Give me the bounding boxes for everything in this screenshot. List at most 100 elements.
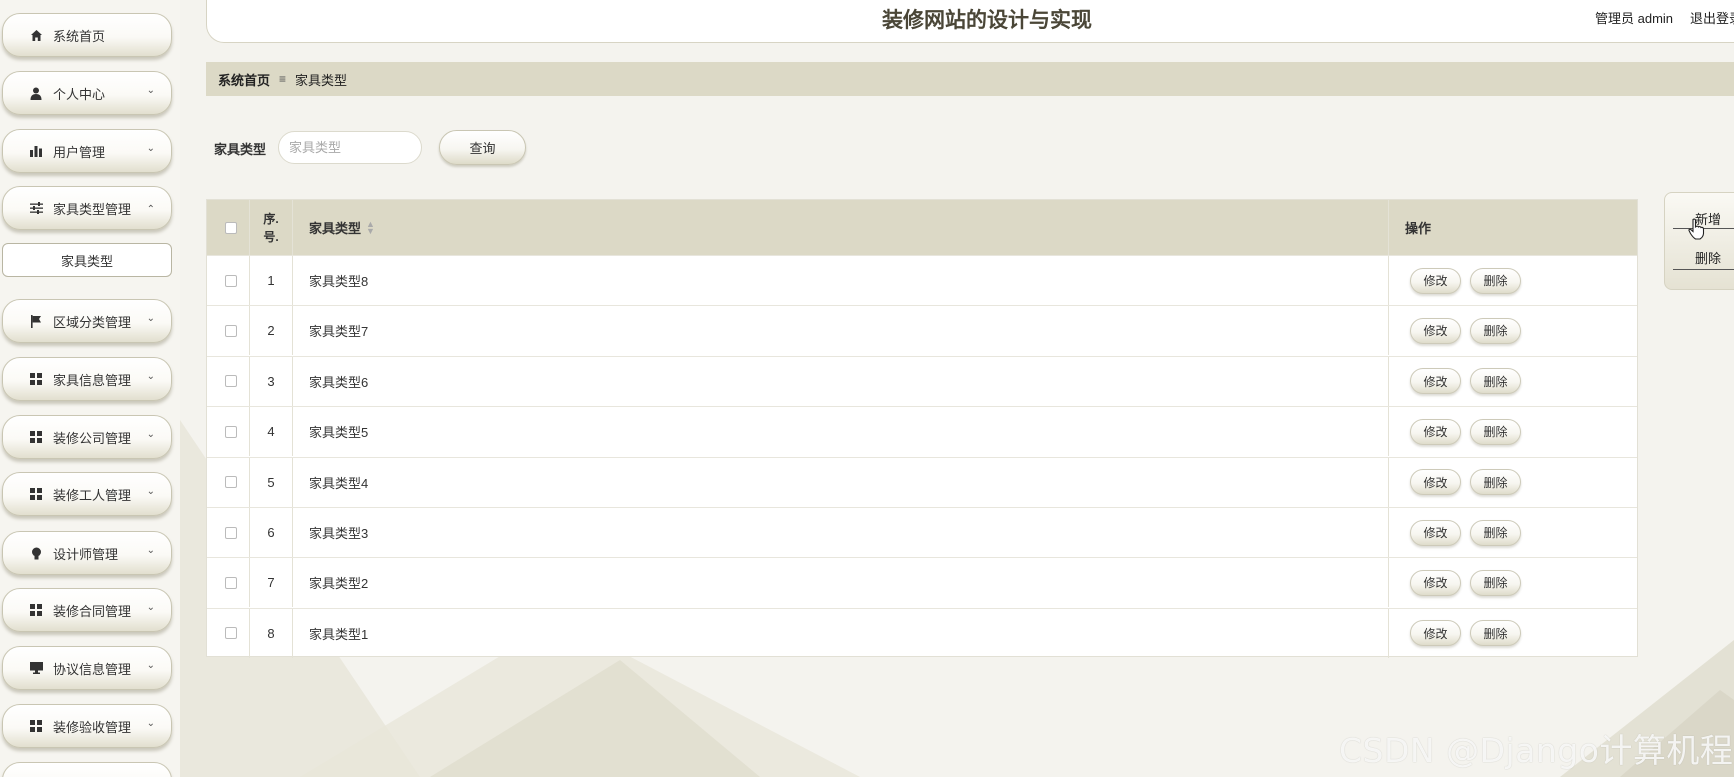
edit-button[interactable]: 修改	[1410, 368, 1461, 395]
row-checkbox[interactable]	[225, 425, 237, 438]
row-checkbox[interactable]	[225, 576, 237, 589]
sidebar-item-designer-management[interactable]: 设计师管理 ⌄	[2, 531, 172, 575]
row-checkbox[interactable]	[225, 324, 237, 337]
chevron-down-icon: ⌄	[146, 602, 155, 613]
sort-icon[interactable]: ▲ ▼	[366, 219, 375, 235]
chevron-down-icon: ⌄	[146, 85, 155, 96]
delete-button[interactable]: 删除	[1470, 519, 1521, 546]
sidebar-item-more[interactable]	[2, 762, 172, 777]
row-index: 7	[249, 558, 292, 608]
sidebar-item-worker-management[interactable]: 装修工人管理 ⌄	[2, 472, 172, 516]
row-actions: 修改 删除	[1388, 356, 1637, 406]
chevron-down-icon: ⌄	[146, 718, 155, 729]
delete-button[interactable]: 删除	[1470, 569, 1521, 596]
chevron-down-icon: ⌄	[146, 660, 155, 671]
sidebar-item-label: 用户管理	[53, 144, 106, 160]
row-checkbox[interactable]	[225, 375, 237, 388]
breadcrumb-home[interactable]: 系统首页	[218, 70, 270, 89]
sidebar-item-furniture-type-management[interactable]: 家具类型管理 ⌃	[2, 186, 172, 230]
table-row: 7 家具类型2 修改 删除	[207, 557, 1637, 608]
table-row: 8 家具类型1 修改 删除	[207, 607, 1637, 658]
row-type: 家具类型7	[292, 306, 1388, 356]
select-all-checkbox[interactable]	[225, 221, 237, 234]
row-actions: 修改 删除	[1388, 508, 1637, 557]
home-icon	[29, 28, 43, 42]
row-index: 5	[249, 457, 292, 507]
row-index: 3	[249, 356, 292, 406]
edit-button[interactable]: 修改	[1410, 267, 1461, 294]
breadcrumb-separator-icon: ≡	[279, 72, 287, 86]
row-checkbox-cell	[207, 558, 249, 607]
grid-icon	[29, 430, 43, 444]
sidebar-item-acceptance-management[interactable]: 装修验收管理 ⌄	[2, 704, 172, 748]
delete-button[interactable]: 删除	[1470, 620, 1521, 647]
chevron-up-icon: ⌃	[146, 204, 155, 215]
action-panel: 新增 删除	[1664, 192, 1734, 290]
search-label: 家具类型	[214, 142, 267, 157]
sidebar: 系统首页 个人中心 ⌄ 用户管理 ⌄ 家具类型管理 ⌃ 家具类型 区域分类管理 …	[0, 0, 180, 777]
sidebar-item-user-management[interactable]: 用户管理 ⌄	[2, 129, 172, 173]
data-table: 序. 号. 家具类型 ▲ ▼ 操作 1 家具类型8 修改 删除 2 家具类型7 修改 删除 3 家具类…	[206, 199, 1638, 658]
edit-button[interactable]: 修改	[1410, 569, 1461, 596]
sidebar-item-agreement-management[interactable]: 协议信息管理 ⌄	[2, 646, 172, 690]
user-icon	[29, 86, 43, 100]
delete-button[interactable]: 删除	[1470, 368, 1521, 395]
row-type: 家具类型4	[292, 457, 1388, 507]
table-row: 5 家具类型4 修改 删除	[207, 456, 1637, 507]
row-actions: 修改 删除	[1388, 407, 1637, 457]
row-actions: 修改 删除	[1388, 256, 1637, 305]
table-row: 6 家具类型3 修改 删除	[207, 507, 1637, 557]
delete-button[interactable]: 删除	[1470, 267, 1521, 294]
sidebar-item-furniture-info-management[interactable]: 家具信息管理 ⌄	[2, 357, 172, 401]
row-index: 4	[249, 407, 292, 457]
edit-button[interactable]: 修改	[1410, 317, 1461, 344]
breadcrumb-current: 家具类型	[295, 72, 348, 88]
sidebar-item-personal-center[interactable]: 个人中心 ⌄	[2, 71, 172, 115]
table-row: 1 家具类型8 修改 删除	[207, 255, 1637, 305]
row-checkbox-cell	[207, 508, 249, 557]
monitor-icon	[29, 661, 43, 675]
row-index: 1	[249, 256, 292, 305]
row-checkbox-cell	[207, 458, 249, 507]
row-actions: 修改 删除	[1388, 608, 1637, 658]
edit-button[interactable]: 修改	[1410, 519, 1461, 546]
row-checkbox[interactable]	[225, 476, 237, 489]
logout-link[interactable]: 退出登录	[1690, 8, 1734, 27]
row-checkbox[interactable]	[225, 627, 237, 640]
edit-button[interactable]: 修改	[1410, 620, 1461, 647]
chevron-down-icon: ⌄	[146, 143, 155, 154]
delete-button[interactable]: 删除	[1470, 469, 1521, 496]
sidebar-item-region-category-management[interactable]: 区域分类管理 ⌄	[2, 299, 172, 343]
sidebar-item-label: 装修公司管理	[53, 430, 132, 446]
edit-button[interactable]: 修改	[1410, 469, 1461, 496]
sidebar-item-decoration-company-management[interactable]: 装修公司管理 ⌄	[2, 415, 172, 459]
delete-button[interactable]: 删除	[1470, 418, 1521, 445]
sliders-icon	[29, 201, 43, 215]
query-button[interactable]: 查询	[439, 130, 526, 165]
submenu-item-furniture-type[interactable]: 家具类型	[2, 243, 172, 277]
table-header: 序. 号. 家具类型 ▲ ▼ 操作	[207, 200, 1637, 255]
chevron-down-icon: ⌄	[146, 429, 155, 440]
batch-delete-button[interactable]: 删除	[1665, 242, 1734, 272]
watermark: CSDN @Django计算机程序	[1339, 731, 1734, 770]
sidebar-item-contract-management[interactable]: 装修合同管理 ⌄	[2, 588, 172, 632]
row-checkbox[interactable]	[225, 274, 237, 287]
sidebar-item-label: 个人中心	[53, 86, 106, 102]
current-user-label: 管理员 admin	[1595, 11, 1674, 26]
chevron-down-icon: ⌄	[146, 371, 155, 382]
page-title: 装修网站的设计与实现	[882, 9, 1092, 32]
search-input[interactable]	[278, 131, 422, 164]
row-type: 家具类型3	[292, 508, 1388, 557]
table-row: 3 家具类型6 修改 删除	[207, 355, 1637, 406]
edit-button[interactable]: 修改	[1410, 418, 1461, 445]
table-row: 4 家具类型5 修改 删除	[207, 406, 1637, 457]
header-type[interactable]: 家具类型 ▲ ▼	[292, 200, 1388, 255]
delete-button[interactable]: 删除	[1470, 317, 1521, 344]
sidebar-item-label: 装修合同管理	[53, 603, 132, 619]
sidebar-item-home[interactable]: 系统首页	[2, 13, 172, 57]
row-checkbox[interactable]	[225, 526, 237, 539]
row-index: 8	[249, 608, 292, 658]
sidebar-item-label: 家具信息管理	[53, 372, 132, 388]
grid-icon	[29, 603, 43, 617]
chevron-down-icon: ⌄	[146, 486, 155, 497]
